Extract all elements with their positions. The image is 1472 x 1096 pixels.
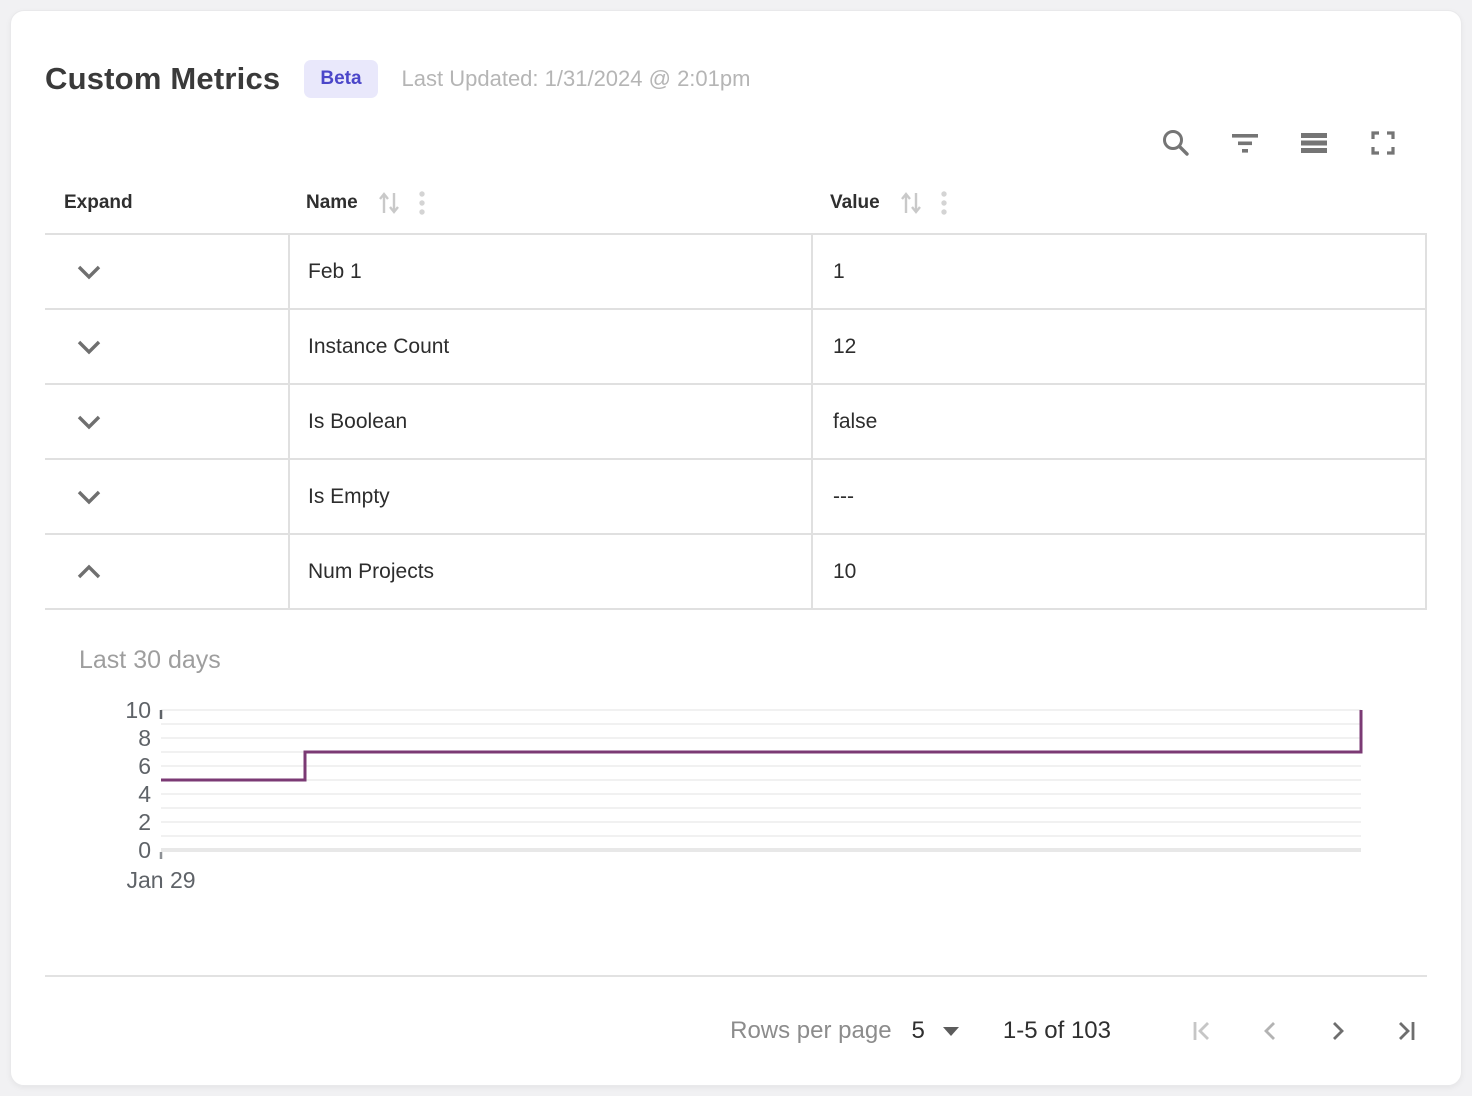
column-header-name[interactable]: Name [288, 189, 811, 217]
custom-metrics-card: Custom Metrics Beta Last Updated: 1/31/2… [10, 10, 1462, 1086]
name-cell: Feb 1 [288, 235, 811, 308]
chevron-down-icon[interactable] [76, 414, 102, 430]
first-page-icon[interactable] [1187, 1016, 1217, 1046]
svg-text:4: 4 [138, 781, 151, 807]
expand-cell [45, 385, 288, 458]
column-header-value[interactable]: Value [811, 189, 1427, 217]
table-body: Feb 1 1 Instance Count 12 Is Boolean fal… [45, 233, 1427, 610]
value-cell: 1 [811, 235, 1425, 308]
table-header-row: Expand Name Value [45, 173, 1427, 233]
pagination-footer: Rows per page 5 1-5 of 103 [45, 975, 1427, 1085]
beta-badge: Beta [304, 60, 377, 98]
pagination-nav [1149, 1016, 1421, 1046]
expand-cell [45, 310, 288, 383]
last-page-icon[interactable] [1391, 1016, 1421, 1046]
density-icon[interactable] [1298, 127, 1330, 159]
column-header-name-label[interactable]: Name [306, 192, 358, 214]
chevron-down-icon[interactable] [76, 264, 102, 280]
sort-icon[interactable] [898, 189, 924, 217]
name-cell: Instance Count [288, 310, 811, 383]
rows-per-page-label: Rows per page [730, 1017, 891, 1045]
chevron-up-icon[interactable] [76, 564, 102, 580]
expand-cell [45, 535, 288, 608]
column-header-expand-label: Expand [64, 192, 133, 214]
fullscreen-icon[interactable] [1367, 127, 1399, 159]
table-row: Num Projects 10 [45, 535, 1425, 610]
column-menu-icon[interactable] [418, 189, 426, 217]
last-updated-text: Last Updated: 1/31/2024 @ 2:01pm [402, 66, 751, 92]
value-cell: false [811, 385, 1425, 458]
caret-down-icon [943, 1027, 959, 1036]
svg-text:10: 10 [125, 699, 151, 723]
svg-text:Jan 29: Jan 29 [126, 867, 195, 893]
svg-text:8: 8 [138, 725, 151, 751]
pagination-range: 1-5 of 103 [1003, 1017, 1111, 1045]
svg-text:6: 6 [138, 753, 151, 779]
previous-page-icon[interactable] [1255, 1016, 1285, 1046]
chevron-down-icon[interactable] [76, 489, 102, 505]
chart-title: Last 30 days [45, 646, 1427, 675]
page-title: Custom Metrics [45, 61, 280, 97]
table-row: Is Empty --- [45, 460, 1425, 535]
column-header-value-label[interactable]: Value [830, 192, 880, 214]
expand-cell [45, 460, 288, 533]
table-row: Instance Count 12 [45, 310, 1425, 385]
next-page-icon[interactable] [1323, 1016, 1353, 1046]
name-cell: Is Empty [288, 460, 811, 533]
row-detail-panel: Last 30 days 0246810 Jan 29 [45, 610, 1427, 904]
header: Custom Metrics Beta Last Updated: 1/31/2… [45, 55, 1427, 103]
column-header-expand: Expand [45, 192, 288, 214]
value-cell: --- [811, 460, 1425, 533]
svg-text:2: 2 [138, 809, 151, 835]
rows-per-page-value[interactable]: 5 [912, 1017, 925, 1045]
chevron-down-icon[interactable] [76, 339, 102, 355]
name-cell: Num Projects [288, 535, 811, 608]
column-menu-icon[interactable] [940, 189, 948, 217]
table-row: Feb 1 1 [45, 235, 1425, 310]
svg-text:0: 0 [138, 837, 151, 863]
expand-cell [45, 235, 288, 308]
filter-icon[interactable] [1229, 127, 1261, 159]
value-cell: 12 [811, 310, 1425, 383]
value-cell: 10 [811, 535, 1425, 608]
sort-icon[interactable] [376, 189, 402, 217]
rows-per-page-select[interactable]: 5 [912, 1017, 959, 1045]
name-cell: Is Boolean [288, 385, 811, 458]
table-row: Is Boolean false [45, 385, 1425, 460]
table-toolbar [45, 125, 1427, 161]
metric-step-chart: 0246810 Jan 29 [45, 699, 1429, 904]
search-icon[interactable] [1160, 127, 1192, 159]
